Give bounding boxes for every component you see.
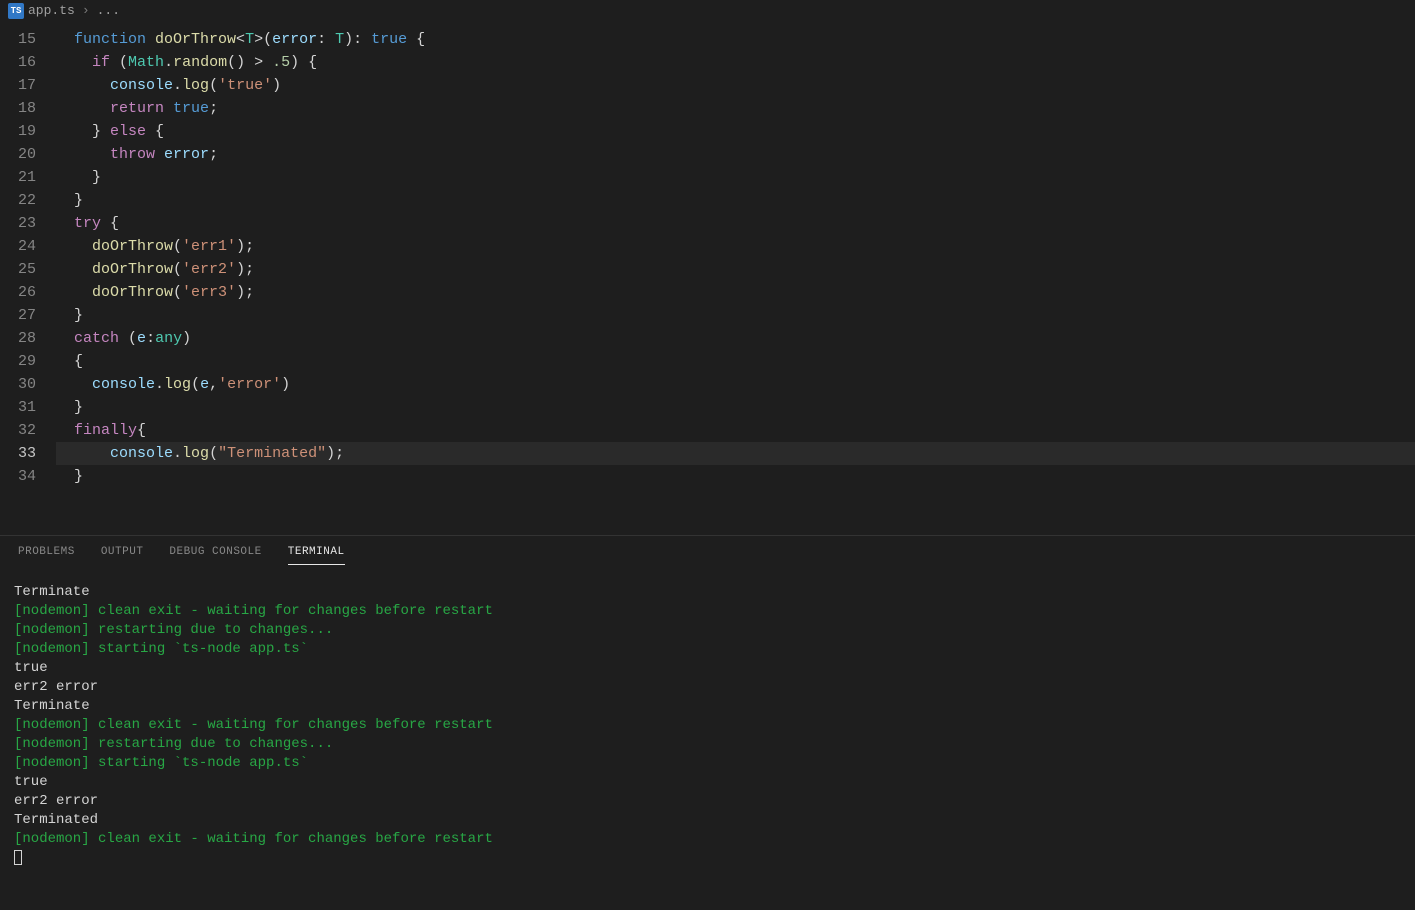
line-number: 30	[0, 373, 36, 396]
code-line[interactable]: doOrThrow('err2');	[56, 258, 1415, 281]
typescript-icon: TS	[8, 3, 24, 19]
breadcrumb[interactable]: TS app.ts › ...	[0, 0, 1415, 22]
terminal-line: [nodemon] restarting due to changes...	[14, 735, 1401, 754]
terminal-line: Terminate	[14, 697, 1401, 716]
terminal-line: Terminated	[14, 811, 1401, 830]
line-number: 17	[0, 74, 36, 97]
terminal-line: [nodemon] clean exit - waiting for chang…	[14, 602, 1401, 621]
line-number: 33	[0, 442, 36, 465]
code-line[interactable]: }	[56, 396, 1415, 419]
line-number: 21	[0, 166, 36, 189]
line-number: 19	[0, 120, 36, 143]
code-line[interactable]: throw error;	[56, 143, 1415, 166]
panel-tabs: PROBLEMS OUTPUT DEBUG CONSOLE TERMINAL	[0, 536, 1415, 565]
terminal-cursor	[14, 849, 1401, 868]
line-number: 31	[0, 396, 36, 419]
code-area[interactable]: function doOrThrow<T>(error: T): true { …	[56, 28, 1415, 488]
breadcrumb-tail[interactable]: ...	[97, 3, 120, 18]
line-number: 15	[0, 28, 36, 51]
terminal-line: err2 error	[14, 792, 1401, 811]
line-number: 29	[0, 350, 36, 373]
line-number: 32	[0, 419, 36, 442]
code-line[interactable]: try {	[56, 212, 1415, 235]
line-number: 22	[0, 189, 36, 212]
code-line[interactable]: finally{	[56, 419, 1415, 442]
terminal-line: [nodemon] starting `ts-node app.ts`	[14, 640, 1401, 659]
chevron-right-icon: ›	[82, 3, 90, 18]
terminal-line: [nodemon] clean exit - waiting for chang…	[14, 830, 1401, 849]
code-line[interactable]: return true;	[56, 97, 1415, 120]
tab-output[interactable]: OUTPUT	[101, 546, 144, 565]
code-line[interactable]: }	[56, 465, 1415, 488]
line-number: 25	[0, 258, 36, 281]
code-line[interactable]: console.log('true')	[56, 74, 1415, 97]
terminal-line: [nodemon] starting `ts-node app.ts`	[14, 754, 1401, 773]
code-line[interactable]: doOrThrow('err3');	[56, 281, 1415, 304]
line-number: 23	[0, 212, 36, 235]
terminal-line: err2 error	[14, 678, 1401, 697]
line-number-gutter: 1516171819202122232425262728293031323334	[0, 28, 56, 488]
terminal-line: Terminate	[14, 583, 1401, 602]
code-line[interactable]: }	[56, 304, 1415, 327]
line-number: 34	[0, 465, 36, 488]
line-number: 16	[0, 51, 36, 74]
terminal-line: [nodemon] clean exit - waiting for chang…	[14, 716, 1401, 735]
line-number: 27	[0, 304, 36, 327]
terminal-output[interactable]: Terminate[nodemon] clean exit - waiting …	[0, 565, 1415, 868]
code-line[interactable]: }	[56, 189, 1415, 212]
line-number: 24	[0, 235, 36, 258]
terminal-line: true	[14, 659, 1401, 678]
code-line[interactable]: catch (e:any)	[56, 327, 1415, 350]
code-line[interactable]: doOrThrow('err1');	[56, 235, 1415, 258]
tab-problems[interactable]: PROBLEMS	[18, 546, 75, 565]
tab-terminal[interactable]: TERMINAL	[288, 546, 345, 565]
line-number: 20	[0, 143, 36, 166]
tab-debug[interactable]: DEBUG CONSOLE	[169, 546, 261, 565]
code-line[interactable]: {	[56, 350, 1415, 373]
bottom-panel: PROBLEMS OUTPUT DEBUG CONSOLE TERMINAL Term…	[0, 535, 1415, 910]
code-line[interactable]: if (Math.random() > .5) {	[56, 51, 1415, 74]
line-number: 28	[0, 327, 36, 350]
editor[interactable]: 1516171819202122232425262728293031323334…	[0, 22, 1415, 488]
terminal-line: [nodemon] restarting due to changes...	[14, 621, 1401, 640]
breadcrumb-file[interactable]: app.ts	[28, 3, 75, 18]
code-line[interactable]: function doOrThrow<T>(error: T): true {	[56, 28, 1415, 51]
line-number: 26	[0, 281, 36, 304]
line-number: 18	[0, 97, 36, 120]
code-line[interactable]: console.log("Terminated");	[56, 442, 1415, 465]
code-line[interactable]: } else {	[56, 120, 1415, 143]
terminal-line: true	[14, 773, 1401, 792]
code-line[interactable]: console.log(e,'error')	[56, 373, 1415, 396]
code-line[interactable]: }	[56, 166, 1415, 189]
